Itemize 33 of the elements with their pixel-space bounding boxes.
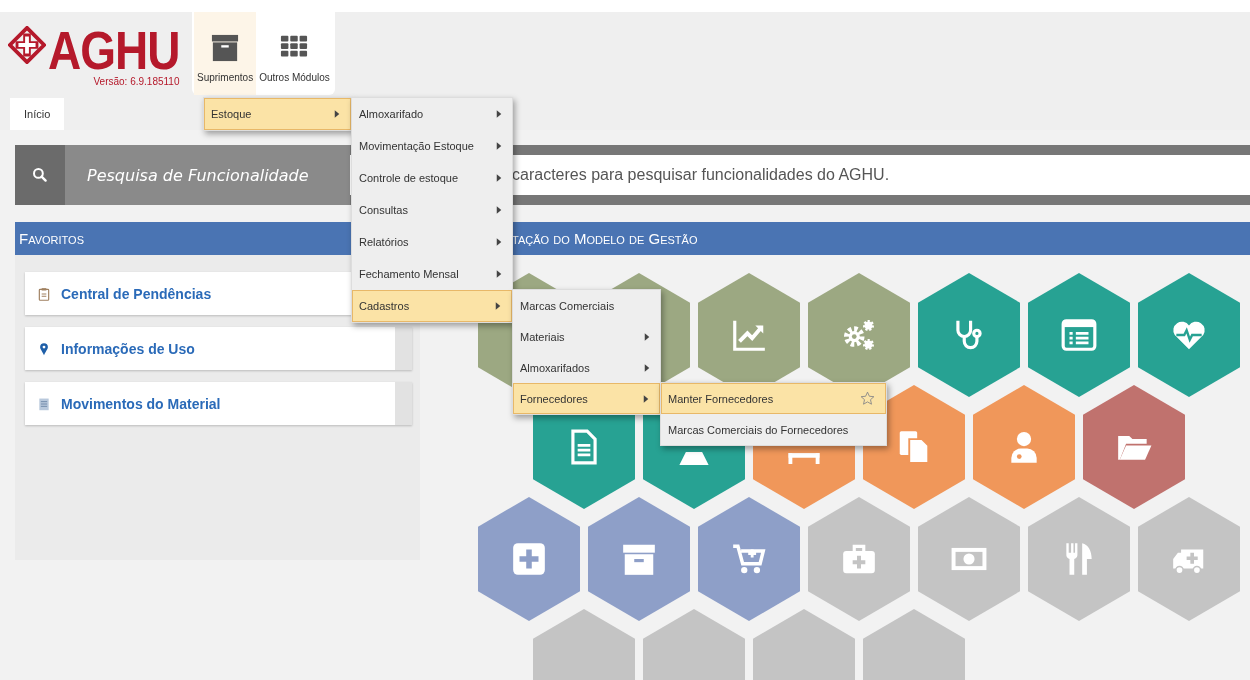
menu-item[interactable]: Fornecedores <box>513 383 660 414</box>
favorite-link[interactable]: Informações de Uso <box>25 327 412 370</box>
plus-square-icon <box>510 540 548 578</box>
bed-icon <box>787 452 821 464</box>
menu-item[interactable]: Controle de estoque <box>352 162 512 194</box>
module-button[interactable]: Suprimentos <box>194 12 257 95</box>
search-button[interactable] <box>15 145 65 205</box>
menu-item[interactable]: Marcas Comerciais do Fornecedores <box>661 414 886 445</box>
clipboard-icon <box>37 286 51 301</box>
archive-box-icon <box>211 34 240 62</box>
flask-icon <box>679 451 709 465</box>
module-button[interactable]: Outros Módulos <box>256 12 333 95</box>
tab[interactable]: Início <box>10 98 65 130</box>
version-label: Versão: 6.9.185110 <box>93 76 180 87</box>
logo-text: AGHU <box>48 26 180 75</box>
list-window-icon <box>1060 316 1098 354</box>
favorite-label: Central de Pendências <box>61 285 213 302</box>
menu-item[interactable]: Materiais <box>513 321 660 352</box>
menu-item[interactable]: Cadastros <box>352 290 512 322</box>
menu-item[interactable]: Almoxarifado <box>352 98 512 130</box>
menu-item[interactable]: Marcas Comerciais <box>513 290 660 321</box>
star-icon[interactable] <box>860 391 875 406</box>
favorite-label: Informações de Uso <box>61 340 196 357</box>
search-icon <box>32 167 48 183</box>
spreadsheet-icon <box>37 396 51 411</box>
cross-logo-icon <box>8 26 46 64</box>
favorite-link[interactable]: Movimentos do Material <box>25 382 412 425</box>
search-label: Pesquisa de Funcionalidade <box>65 145 350 205</box>
menu-item[interactable]: Manter Fornecedores <box>661 383 886 414</box>
menu-item[interactable]: Almoxarifados <box>513 352 660 383</box>
menu-item[interactable]: Estoque <box>204 98 351 130</box>
favorite-label: Movimentos do Material <box>61 395 222 412</box>
map-pin-icon <box>37 341 51 356</box>
